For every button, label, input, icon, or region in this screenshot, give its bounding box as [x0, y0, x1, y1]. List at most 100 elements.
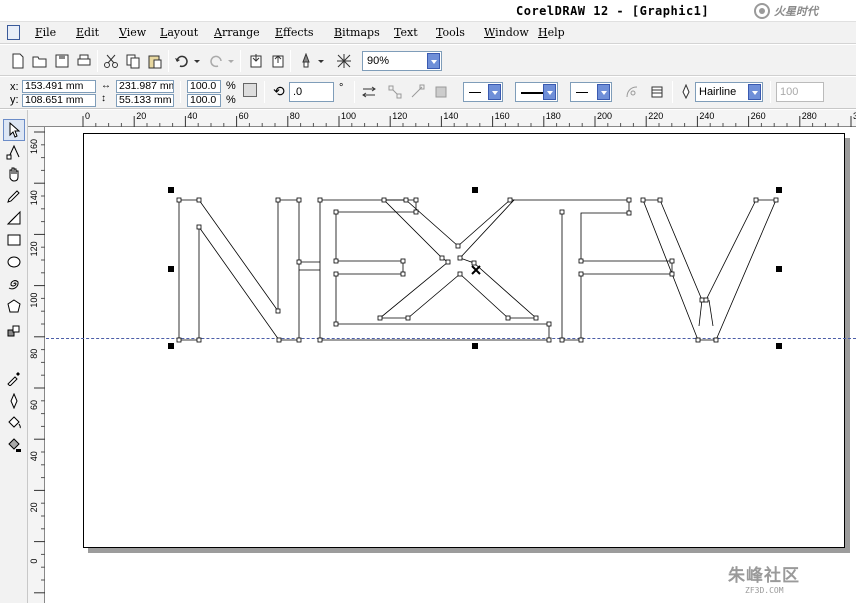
- mirror-icon[interactable]: [359, 82, 379, 102]
- ruler-tick-label: 100: [29, 293, 39, 308]
- path-node: [669, 271, 675, 277]
- disabled-value-field: 100: [776, 82, 824, 102]
- path-node: [413, 197, 419, 203]
- basic-shapes-tool-icon[interactable]: [3, 295, 25, 317]
- ruler-tick-label: 0: [29, 559, 39, 564]
- new-icon[interactable]: [8, 51, 28, 71]
- horizontal-ruler[interactable]: 0 20 40 60 80 100 120 140 160 180 200 220 240 260 280 3…: [28, 110, 856, 127]
- path-node: [333, 271, 339, 277]
- undo-icon[interactable]: [172, 51, 192, 71]
- import-icon[interactable]: [246, 51, 266, 71]
- y-position-field[interactable]: 108.651 mm: [22, 94, 96, 107]
- redo-dropdown-icon[interactable]: [226, 51, 236, 71]
- launcher-icon[interactable]: [296, 51, 316, 71]
- height-field[interactable]: 55.133 mm: [116, 94, 174, 107]
- menu-window[interactable]: Window: [484, 26, 529, 39]
- document-icon[interactable]: [7, 25, 20, 40]
- ruler-tick-label: 80: [290, 111, 300, 121]
- path-node: [333, 321, 339, 327]
- path-node: [381, 197, 387, 203]
- path-node: [533, 315, 539, 321]
- node-markers: [176, 197, 779, 343]
- x-position-field[interactable]: 153.491 mm: [22, 80, 96, 93]
- copy-icon[interactable]: [123, 51, 143, 71]
- line-style-combo[interactable]: [515, 82, 558, 102]
- redo-icon[interactable]: [206, 51, 226, 71]
- scale-y-field[interactable]: 100.0: [187, 94, 221, 107]
- degree-label: °: [339, 82, 344, 94]
- shape-tool-icon[interactable]: [3, 141, 25, 163]
- node-edit-icon[interactable]: [431, 82, 451, 102]
- interactive-fill-tool-icon[interactable]: [3, 434, 25, 456]
- open-icon[interactable]: [30, 51, 50, 71]
- toolbar-separator: [672, 81, 673, 103]
- scale-y-percent: %: [226, 94, 236, 106]
- node-align-icon[interactable]: [385, 82, 405, 102]
- menu-arrange[interactable]: Arrange: [214, 26, 260, 39]
- vertical-ruler[interactable]: 16014012010080604020020: [28, 127, 45, 603]
- freehand-tool-icon[interactable]: [3, 185, 25, 207]
- outline-tool-icon[interactable]: [3, 390, 25, 412]
- path-node: [317, 337, 323, 343]
- zoom-level-combo[interactable]: 90%: [362, 51, 442, 71]
- spiral-tool-icon[interactable]: [3, 273, 25, 295]
- pan-tool-icon[interactable]: [3, 163, 25, 185]
- ruler-tick-label: 120: [29, 241, 39, 256]
- selection-handle-top-left: [168, 187, 174, 193]
- interactive-blend-tool-icon[interactable]: [3, 320, 25, 342]
- chevron-down-icon[interactable]: [543, 84, 556, 100]
- chevron-down-icon[interactable]: [488, 84, 501, 100]
- end-arrow-combo[interactable]: [570, 82, 612, 102]
- start-arrow-combo[interactable]: [463, 82, 503, 102]
- menu-bitmaps[interactable]: Bitmaps: [334, 26, 380, 39]
- chevron-down-icon[interactable]: [427, 53, 440, 69]
- path-node: [657, 197, 663, 203]
- rectangle-tool-icon[interactable]: [3, 229, 25, 251]
- menu-tools[interactable]: Tools: [436, 26, 465, 39]
- zoom-level-value: 90%: [367, 55, 390, 67]
- chevron-down-icon[interactable]: [597, 84, 610, 100]
- width-field[interactable]: 231.987 mm: [116, 80, 174, 93]
- eyedropper-tool-icon[interactable]: [3, 367, 25, 389]
- property-bar: x: y: 153.491 mm 108.651 mm ↔ ↕ 231.987 …: [0, 77, 856, 109]
- print-icon[interactable]: [74, 51, 94, 71]
- node-line-icon[interactable]: [407, 82, 427, 102]
- path-node: [333, 258, 339, 264]
- undo-dropdown-icon[interactable]: [192, 51, 202, 71]
- menu-help[interactable]: Help: [538, 26, 565, 39]
- rotation-field[interactable]: .0: [289, 82, 334, 102]
- path-node: [196, 337, 202, 343]
- launcher-dropdown-icon[interactable]: [316, 51, 326, 71]
- outline-pen-icon[interactable]: [676, 82, 696, 102]
- letter-v-outline: [642, 199, 777, 341]
- menu-edit[interactable]: Edit: [76, 26, 99, 39]
- menu-file[interactable]: File: [35, 26, 56, 39]
- to-front-icon[interactable]: [647, 82, 667, 102]
- scale-x-field[interactable]: 100.0: [187, 80, 221, 93]
- corel-online-icon[interactable]: [334, 51, 354, 71]
- path-node: [753, 197, 759, 203]
- menu-layout[interactable]: Layout: [160, 26, 198, 39]
- cut-icon[interactable]: [101, 51, 121, 71]
- save-icon[interactable]: [52, 51, 72, 71]
- menu-text[interactable]: Text: [394, 26, 418, 39]
- path-node: [773, 197, 779, 203]
- paste-icon[interactable]: [145, 51, 165, 71]
- chevron-down-icon[interactable]: [748, 84, 761, 100]
- pick-tool-icon[interactable]: [3, 119, 25, 141]
- ellipse-tool-icon[interactable]: [3, 251, 25, 273]
- smart-fill-tool-icon[interactable]: [3, 207, 25, 229]
- lock-ratio-icon[interactable]: [243, 83, 257, 97]
- menu-effects[interactable]: Effects: [275, 26, 314, 39]
- vertical-ruler-scale: 16014012010080604020020: [29, 131, 45, 594]
- drawing-canvas[interactable]: [46, 128, 856, 603]
- path-node: [695, 337, 701, 343]
- menu-view[interactable]: View: [119, 26, 146, 39]
- ruler-tick-label: 140: [443, 111, 458, 121]
- wrap-text-icon[interactable]: [622, 82, 642, 102]
- fill-tool-icon[interactable]: [3, 412, 25, 434]
- outline-width-combo[interactable]: Hairline: [695, 82, 763, 102]
- export-icon[interactable]: [268, 51, 288, 71]
- selection-handle-top-center: [472, 187, 478, 193]
- text-outline-drawing[interactable]: [46, 128, 856, 603]
